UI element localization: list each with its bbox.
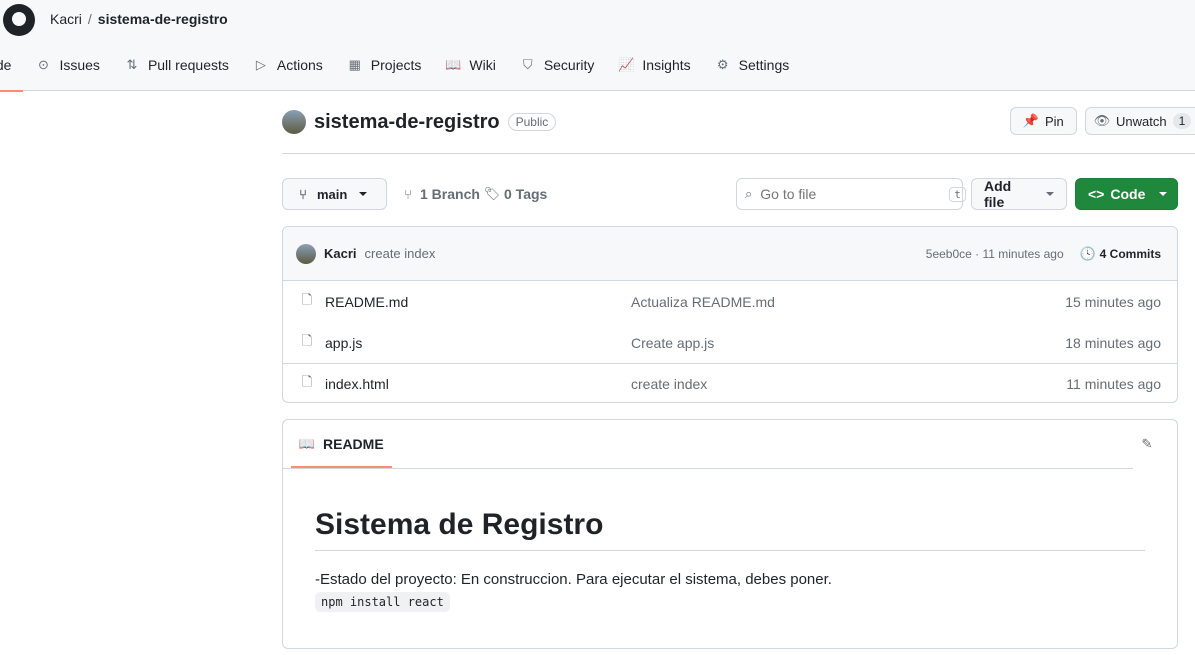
unwatch-button[interactable]: 👁 Unwatch 1 bbox=[1085, 107, 1195, 135]
file-commit-message[interactable]: create index bbox=[631, 376, 1066, 392]
tab-pull-requests[interactable]: ⇅ Pull requests bbox=[112, 57, 241, 91]
pin-label: Pin bbox=[1045, 113, 1064, 129]
readme-paragraph: -Estado del proyecto: En construccion. P… bbox=[315, 571, 832, 588]
tab-label: Projects bbox=[370, 57, 422, 73]
issue-icon: ⊙ bbox=[38, 57, 49, 72]
file-time: 11 minutes ago bbox=[1066, 376, 1161, 392]
tab-label: Issues bbox=[59, 57, 100, 73]
breadcrumb-separator: / bbox=[87, 11, 92, 27]
tab-actions[interactable]: ▷ Actions bbox=[241, 57, 335, 91]
readme-panel: 📖 README ✎ Sistema de Registro -Estado de… bbox=[282, 419, 1178, 649]
branches-label: 1 Branch bbox=[420, 186, 480, 202]
readme-content: Sistema de Registro -Estado del proyecto… bbox=[315, 508, 1145, 612]
tab-settings[interactable]: ⚙ Settings bbox=[703, 57, 802, 91]
gear-icon: ⚙ bbox=[716, 57, 729, 72]
add-file-label: Add file bbox=[984, 178, 1012, 210]
graph-icon: 📈 bbox=[618, 57, 635, 72]
tags-label: 0 Tags bbox=[504, 186, 548, 202]
file-list: Kacri create index 5eeb0ce · 11 minutes … bbox=[282, 226, 1178, 403]
pin-icon: 📌 bbox=[1022, 113, 1040, 128]
avatar[interactable] bbox=[282, 110, 306, 134]
chevron-down-icon bbox=[1159, 192, 1168, 196]
book-icon: 📖 bbox=[298, 436, 316, 451]
search-input[interactable] bbox=[760, 186, 942, 202]
code-label: Code bbox=[1110, 186, 1146, 202]
tab-code[interactable]: Code bbox=[0, 57, 24, 92]
branch-icon: ⑂ bbox=[404, 186, 412, 202]
readme-tab[interactable]: 📖 README bbox=[291, 420, 392, 468]
file-icon: 🗋 bbox=[301, 291, 313, 307]
file-icon: 🗋 bbox=[301, 374, 313, 389]
tab-label: Settings bbox=[738, 57, 790, 73]
repo-title: sistema-de-registro Public bbox=[282, 110, 557, 134]
tab-label: Actions bbox=[276, 57, 323, 73]
repo-header: Kacri / sistema-de-registro Code ⊙ Issues ⇅… bbox=[0, 0, 1195, 92]
code-icon: <> bbox=[1088, 186, 1105, 202]
branch-icon: ⑂ bbox=[299, 186, 307, 202]
file-name[interactable]: README.md bbox=[325, 294, 408, 310]
branch-select[interactable]: ⑂ main bbox=[282, 178, 387, 210]
file-icon: 🗋 bbox=[301, 332, 313, 348]
file-row[interactable]: 🗋 index.html create index 11 minutes ago bbox=[283, 363, 1177, 402]
commit-hash-time[interactable]: 5eeb0ce · 11 minutes ago bbox=[926, 247, 1064, 261]
add-file-button[interactable]: Add file bbox=[971, 178, 1067, 210]
commit-author[interactable]: Kacri bbox=[324, 246, 357, 261]
breadcrumb: Kacri / sistema-de-registro bbox=[50, 11, 228, 27]
divider bbox=[282, 153, 1195, 154]
tab-security[interactable]: ⛉ Security bbox=[508, 57, 607, 91]
readme-code: npm install react bbox=[315, 592, 450, 612]
file-row[interactable]: 🗋 README.md Actualiza README.md 15 minutes … bbox=[283, 281, 1177, 322]
file-commit-message[interactable]: Create app.js bbox=[631, 335, 1065, 351]
branch-label: main bbox=[317, 186, 348, 202]
tab-insights[interactable]: 📈 Insights bbox=[606, 57, 702, 91]
readme-tab-label: README bbox=[323, 436, 384, 452]
visibility-badge: Public bbox=[507, 113, 557, 131]
pin-button[interactable]: 📌 Pin bbox=[1010, 107, 1077, 135]
eye-icon: 👁 bbox=[1093, 113, 1111, 128]
shield-icon: ⛉ bbox=[522, 57, 533, 72]
file-name[interactable]: app.js bbox=[325, 335, 362, 351]
file-time: 15 minutes ago bbox=[1065, 293, 1161, 310]
unwatch-label: Unwatch bbox=[1116, 113, 1167, 129]
tab-label: Pull requests bbox=[147, 57, 229, 73]
tags-link[interactable]: 🏷 0 Tags bbox=[483, 186, 548, 202]
pencil-icon[interactable]: ✎ bbox=[1139, 436, 1155, 452]
owner-link[interactable]: Kacri bbox=[50, 11, 82, 27]
commits-link[interactable]: 4 Commits bbox=[1100, 247, 1161, 261]
file-row[interactable]: 🗋 app.js Create app.js 18 minutes ago bbox=[283, 322, 1177, 363]
file-time: 18 minutes ago bbox=[1065, 334, 1161, 351]
divider bbox=[283, 468, 1133, 469]
file-commit-message[interactable]: Actualiza README.md bbox=[631, 294, 1065, 310]
history-icon: 🕓 bbox=[1079, 245, 1096, 261]
tab-projects[interactable]: ▦ Projects bbox=[335, 57, 434, 91]
repo-nav: Code ⊙ Issues ⇅ Pull requests ▷ Actions ▦ Pr… bbox=[0, 57, 802, 92]
latest-commit: Kacri create index 5eeb0ce · 11 minutes … bbox=[283, 227, 1177, 281]
chevron-down-icon bbox=[1046, 192, 1054, 196]
tab-issues[interactable]: ⊙ Issues bbox=[23, 57, 111, 91]
chevron-down-icon bbox=[359, 192, 368, 196]
avatar[interactable] bbox=[296, 243, 316, 264]
go-to-file-search[interactable]: ⌕t bbox=[736, 178, 966, 210]
tag-icon: 🏷 bbox=[483, 186, 501, 201]
branches-link[interactable]: ⑂ 1 Branch bbox=[400, 186, 480, 202]
pull-request-icon: ⇅ bbox=[126, 57, 138, 72]
readme-heading: Sistema de Registro bbox=[315, 508, 1145, 551]
book-icon: 📖 bbox=[445, 57, 462, 72]
commit-message[interactable]: create index bbox=[365, 246, 926, 261]
file-name[interactable]: index.html bbox=[325, 376, 389, 392]
search-icon: ⌕ bbox=[745, 186, 753, 201]
tab-label: Wiki bbox=[469, 57, 496, 73]
table-icon: ▦ bbox=[348, 57, 361, 72]
watch-count: 1 bbox=[1172, 113, 1192, 129]
github-logo-icon[interactable] bbox=[3, 4, 35, 36]
shortcut-hint: t bbox=[949, 186, 966, 202]
tab-wiki[interactable]: 📖 Wiki bbox=[433, 57, 507, 91]
tab-label: Insights bbox=[642, 57, 691, 73]
repo-link[interactable]: sistema-de-registro bbox=[98, 11, 228, 27]
tab-label: Code bbox=[0, 57, 12, 73]
repo-name: sistema-de-registro bbox=[314, 110, 500, 133]
tab-label: Security bbox=[543, 57, 595, 73]
code-button[interactable]: <> Code bbox=[1075, 178, 1178, 210]
play-icon: ▷ bbox=[255, 57, 266, 72]
